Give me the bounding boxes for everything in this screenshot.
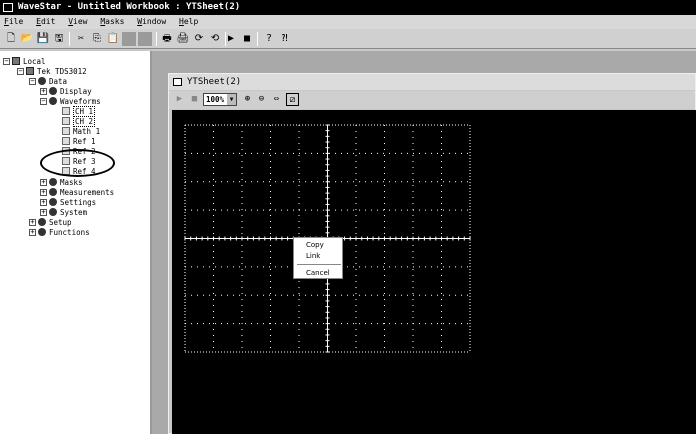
expand-icon[interactable]: + bbox=[40, 88, 47, 95]
zoom-in-icon[interactable]: ⊕ bbox=[241, 93, 254, 106]
tree-item-setup[interactable]: + Setup bbox=[29, 218, 72, 228]
window-icon bbox=[173, 78, 182, 86]
tree-item-data[interactable]: − Data bbox=[29, 77, 67, 87]
refresh-button[interactable]: ⟳ bbox=[192, 32, 206, 46]
folder-icon bbox=[38, 77, 46, 85]
expand-icon[interactable]: + bbox=[40, 179, 47, 186]
menu-help[interactable]: Help bbox=[175, 15, 202, 29]
tree-item-device[interactable]: − Tek TDS3012 bbox=[17, 67, 87, 77]
ytsheet-titlebar: YTSheet(2) bbox=[169, 74, 695, 90]
ytsheet-window: YTSheet(2) ▶ ■ 100% ▼ ⊕ ⊖ ⇔ ⧄ Copy Link … bbox=[168, 73, 696, 434]
stop-icon[interactable]: ■ bbox=[188, 93, 201, 106]
print-button[interactable]: 🖶 bbox=[160, 32, 174, 46]
folder-icon bbox=[49, 198, 57, 206]
menu-bar: File Edit View Masks Window Help bbox=[0, 15, 696, 29]
zoom-fit-icon[interactable]: ⇔ bbox=[270, 93, 283, 106]
expand-icon[interactable]: + bbox=[40, 209, 47, 216]
toolbar-separator bbox=[69, 32, 70, 46]
toolbar-separator bbox=[156, 32, 157, 46]
menu-edit[interactable]: Edit bbox=[32, 15, 59, 29]
save-all-button[interactable]: 🖫 bbox=[52, 32, 66, 46]
context-menu-link[interactable]: Link bbox=[306, 251, 320, 261]
context-menu-cancel[interactable]: Cancel bbox=[306, 268, 330, 278]
tree-item-ch2[interactable]: CH 2 bbox=[62, 116, 96, 127]
print-preview-button[interactable]: 🖨 bbox=[176, 32, 190, 46]
workbook-tree: − Local − Tek TDS3012 − Data + Display − Wave… bbox=[0, 51, 152, 434]
menu-file[interactable]: File bbox=[0, 15, 27, 29]
ytsheet-title: YTSheet(2) bbox=[187, 77, 242, 87]
tree-item-measurements[interactable]: + Measurements bbox=[40, 188, 114, 198]
scope-display[interactable]: Copy Link Cancel bbox=[172, 110, 696, 434]
menu-view[interactable]: View bbox=[64, 15, 91, 29]
waveform-icon bbox=[62, 107, 70, 115]
folder-icon bbox=[49, 208, 57, 216]
expand-icon[interactable]: + bbox=[29, 219, 36, 226]
collapse-icon[interactable]: − bbox=[29, 78, 36, 85]
tree-item-local[interactable]: − Local bbox=[3, 57, 46, 67]
waveform-icon bbox=[62, 117, 70, 125]
zoom-out-icon[interactable]: ⊖ bbox=[255, 93, 268, 106]
folder-icon bbox=[49, 188, 57, 196]
expand-icon[interactable]: + bbox=[40, 199, 47, 206]
app-icon bbox=[3, 3, 13, 12]
graticule bbox=[184, 124, 471, 353]
zoom-select[interactable]: 100% ▼ bbox=[203, 93, 237, 106]
mdi-workspace: YTSheet(2) ▶ ■ 100% ▼ ⊕ ⊖ ⇔ ⧄ Copy Link … bbox=[152, 51, 696, 434]
help-button[interactable]: ? bbox=[262, 32, 276, 46]
menu-separator bbox=[297, 264, 341, 265]
tree-item-settings[interactable]: + Settings bbox=[40, 198, 96, 208]
oscilloscope-icon bbox=[26, 67, 34, 75]
computer-icon bbox=[12, 57, 20, 65]
highlight-ellipse bbox=[40, 149, 115, 177]
context-menu: Copy Link Cancel bbox=[293, 237, 343, 279]
folder-icon bbox=[38, 228, 46, 236]
window-title: WaveStar - Untitled Workbook : YTSheet(2… bbox=[18, 2, 241, 12]
collapse-icon[interactable]: − bbox=[40, 98, 47, 105]
open-file-button[interactable]: 📂 bbox=[20, 32, 34, 46]
waveform-icon bbox=[62, 137, 70, 145]
stop-button[interactable]: ■ bbox=[240, 32, 254, 46]
window-titlebar: WaveStar - Untitled Workbook : YTSheet(2… bbox=[0, 0, 696, 15]
menu-window[interactable]: Window bbox=[133, 15, 170, 29]
expand-icon[interactable]: + bbox=[29, 229, 36, 236]
sheet-toolbar: ▶ ■ 100% ▼ ⊕ ⊖ ⇔ ⧄ bbox=[169, 91, 695, 109]
tree-item-functions[interactable]: + Functions bbox=[29, 228, 90, 238]
tree-item-masks[interactable]: + Masks bbox=[40, 178, 83, 188]
play-icon[interactable]: ▶ bbox=[173, 93, 186, 106]
waveform-icon bbox=[62, 127, 70, 135]
folder-icon bbox=[49, 178, 57, 186]
collapse-icon[interactable]: − bbox=[17, 68, 24, 75]
toolbar-separator bbox=[257, 32, 258, 46]
refresh-all-button[interactable]: ⟲ bbox=[208, 32, 222, 46]
context-help-button[interactable]: ⁈ bbox=[278, 32, 292, 46]
tree-item-ref1[interactable]: Ref 1 bbox=[62, 137, 96, 147]
main-toolbar: 🗋 📂 💾 🖫 ✂ ⎘ 📋 🖶 🖨 ⟳ ⟲ ▶ ■ ? ⁈ bbox=[0, 29, 696, 49]
folder-icon bbox=[49, 97, 57, 105]
folder-icon bbox=[49, 87, 57, 95]
tree-item-system[interactable]: + System bbox=[40, 208, 87, 218]
zoom-box-icon[interactable]: ⧄ bbox=[286, 93, 299, 106]
context-menu-copy[interactable]: Copy bbox=[306, 240, 324, 250]
chevron-down-icon[interactable]: ▼ bbox=[227, 94, 236, 105]
copy-button[interactable]: ⎘ bbox=[90, 32, 104, 46]
run-button[interactable]: ▶ bbox=[224, 32, 238, 46]
expand-icon[interactable]: + bbox=[40, 189, 47, 196]
new-file-button[interactable]: 🗋 bbox=[4, 32, 18, 46]
folder-icon bbox=[38, 218, 46, 226]
cut-button[interactable]: ✂ bbox=[74, 32, 88, 46]
menu-masks[interactable]: Masks bbox=[96, 15, 128, 29]
tree-item-math1[interactable]: Math 1 bbox=[62, 127, 100, 137]
save-button[interactable]: 💾 bbox=[36, 32, 50, 46]
disabled-tool-button bbox=[138, 32, 152, 46]
tree-item-display[interactable]: + Display bbox=[40, 87, 92, 97]
paste-button[interactable]: 📋 bbox=[106, 32, 120, 46]
disabled-tool-button bbox=[122, 32, 136, 46]
collapse-icon[interactable]: − bbox=[3, 58, 10, 65]
